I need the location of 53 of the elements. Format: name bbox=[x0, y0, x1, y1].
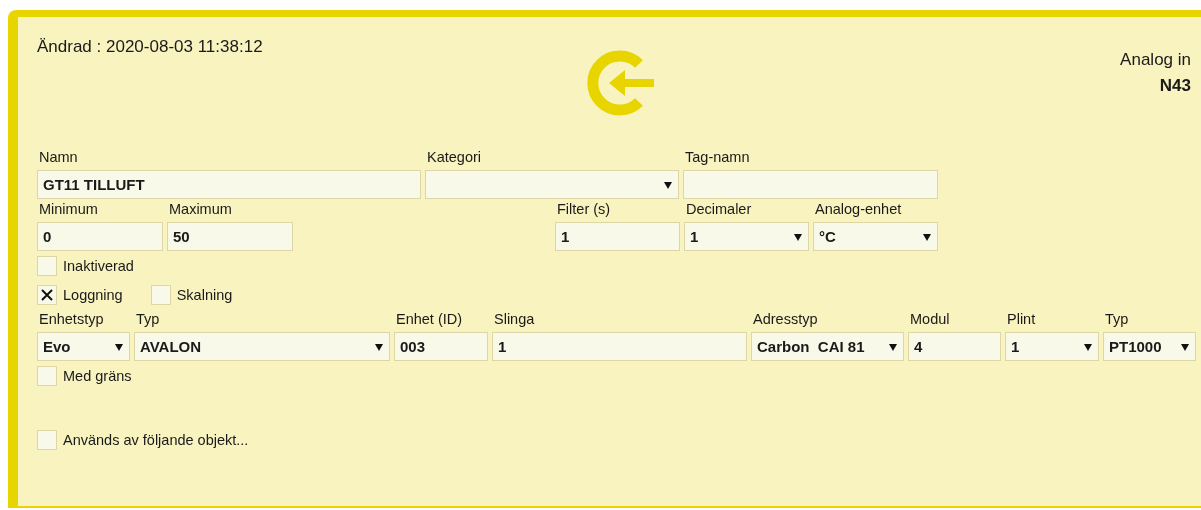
field-label: Typ bbox=[135, 311, 160, 327]
caret-icon bbox=[664, 180, 672, 189]
field-label: Filter (s) bbox=[556, 201, 611, 217]
field-label: Minimum bbox=[38, 201, 98, 217]
checkbox-label: Används av följande objekt... bbox=[63, 432, 249, 448]
checkbox-label: Med gräns bbox=[63, 368, 132, 384]
field-label: Tag-namn bbox=[684, 149, 750, 165]
dropdown[interactable] bbox=[425, 170, 679, 199]
field-label: Namn bbox=[38, 149, 78, 165]
object-id: N43 bbox=[1159, 76, 1191, 96]
caret-icon bbox=[923, 232, 931, 241]
input-field[interactable]: 0 bbox=[37, 222, 163, 251]
field-label: Enhet (ID) bbox=[395, 311, 463, 327]
dropdown[interactable]: Evo bbox=[37, 332, 130, 361]
caret-icon bbox=[794, 232, 802, 241]
input-field[interactable]: 003 bbox=[394, 332, 488, 361]
input-field[interactable]: 4 bbox=[908, 332, 1001, 361]
field-label: Modul bbox=[909, 311, 950, 327]
checkbox-label: Loggning bbox=[63, 287, 123, 303]
caret-icon bbox=[1084, 342, 1092, 351]
checkbox-label: Skalning bbox=[176, 287, 233, 303]
caret-icon bbox=[375, 342, 383, 351]
field-label: Maximum bbox=[168, 201, 232, 217]
dropdown[interactable]: AVALON bbox=[134, 332, 390, 361]
field-label: Adresstyp bbox=[752, 311, 818, 327]
field-label: Analog-enhet bbox=[814, 201, 902, 217]
caret-icon bbox=[115, 342, 123, 351]
object-type: Analog in bbox=[1120, 50, 1191, 70]
input-field[interactable]: 1 bbox=[492, 332, 747, 361]
dropdown[interactable]: PT1000 bbox=[1103, 332, 1196, 361]
field-label: Kategori bbox=[426, 149, 481, 165]
field-label: Typ bbox=[1104, 311, 1129, 327]
checkbox[interactable] bbox=[37, 430, 57, 450]
checkbox[interactable] bbox=[37, 256, 57, 276]
input-field[interactable] bbox=[683, 170, 938, 199]
checkbox[interactable] bbox=[37, 285, 57, 305]
input-field[interactable]: 50 bbox=[167, 222, 293, 251]
field-label: Slinga bbox=[493, 311, 535, 327]
caret-icon bbox=[1181, 342, 1189, 351]
checkbox-label: Inaktiverad bbox=[63, 258, 134, 274]
field-label: Decimaler bbox=[685, 201, 752, 217]
dropdown[interactable]: 1 bbox=[684, 222, 809, 251]
input-field[interactable]: 1 bbox=[555, 222, 680, 251]
field-label: Plint bbox=[1006, 311, 1036, 327]
field-label: Enhetstyp bbox=[38, 311, 104, 327]
checkbox[interactable] bbox=[150, 285, 171, 305]
caret-icon bbox=[889, 342, 897, 351]
dropdown[interactable]: °C bbox=[813, 222, 938, 251]
dropdown[interactable]: Carbon CAI 81 bbox=[751, 332, 904, 361]
modified-timestamp: Ändrad : 2020-08-03 11:38:12 bbox=[37, 37, 263, 57]
dropdown[interactable]: 1 bbox=[1005, 332, 1099, 361]
input-field[interactable]: GT11 TILLUFT bbox=[37, 170, 421, 199]
checkbox[interactable] bbox=[37, 366, 57, 386]
